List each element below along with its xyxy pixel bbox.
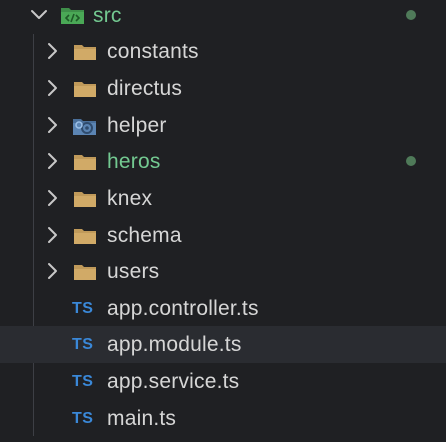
- tree-folder-constants[interactable]: constants: [0, 33, 446, 70]
- tree-item-label: app.module.ts: [107, 333, 242, 356]
- folder-icon: [73, 189, 97, 215]
- folder-icon: [73, 152, 97, 178]
- tree-item-label: heros: [107, 150, 161, 173]
- tree-folder-knex[interactable]: knex: [0, 180, 446, 217]
- src-folder-icon: [60, 4, 86, 32]
- tree-item-label: schema: [107, 224, 182, 247]
- tree-folder-schema[interactable]: schema: [0, 217, 446, 254]
- chevron-right-icon[interactable]: [41, 77, 63, 99]
- folder-icon: [73, 42, 97, 68]
- chevron-right-icon[interactable]: [41, 40, 63, 62]
- file-explorer: src constants directus helper heros knex…: [0, 0, 446, 442]
- folder-icon: [73, 79, 97, 105]
- tree-file-app-module[interactable]: TS app.module.ts: [0, 326, 446, 363]
- chevron-down-icon[interactable]: [28, 4, 50, 26]
- tree-file-app-service[interactable]: TS app.service.ts: [0, 363, 446, 400]
- typescript-icon: TS: [72, 373, 94, 390]
- tree-item-label: src: [93, 4, 122, 27]
- tree-folder-users[interactable]: users: [0, 253, 446, 290]
- tree-item-label: helper: [107, 114, 167, 137]
- chevron-right-icon[interactable]: [41, 150, 63, 172]
- tree-item-label: directus: [107, 77, 183, 100]
- chevron-right-icon[interactable]: [41, 224, 63, 246]
- chevron-right-icon[interactable]: [41, 114, 63, 136]
- typescript-icon: TS: [72, 300, 94, 317]
- tree-file-app-controller[interactable]: TS app.controller.ts: [0, 290, 446, 327]
- tree-file-main[interactable]: TS main.ts: [0, 400, 446, 437]
- chevron-right-icon[interactable]: [41, 187, 63, 209]
- typescript-icon: TS: [72, 410, 94, 427]
- tree-item-label: constants: [107, 40, 199, 63]
- tree-item-label: app.service.ts: [107, 370, 240, 393]
- typescript-icon: TS: [72, 336, 94, 353]
- tree-item-label: knex: [107, 187, 153, 210]
- folder-icon: [73, 226, 97, 252]
- tree-item-label: users: [107, 260, 160, 283]
- tree-folder-directus[interactable]: directus: [0, 70, 446, 107]
- tree-root-src[interactable]: src: [0, 0, 446, 34]
- folder-icon: [73, 262, 97, 288]
- git-modified-indicator: [406, 156, 416, 166]
- tree-folder-helper[interactable]: helper: [0, 107, 446, 144]
- chevron-right-icon[interactable]: [41, 260, 63, 282]
- helper-folder-icon: [72, 114, 98, 144]
- tree-folder-heros[interactable]: heros: [0, 143, 446, 180]
- tree-item-label: main.ts: [107, 407, 177, 430]
- git-modified-indicator: [406, 10, 416, 20]
- tree-item-label: app.controller.ts: [107, 297, 259, 320]
